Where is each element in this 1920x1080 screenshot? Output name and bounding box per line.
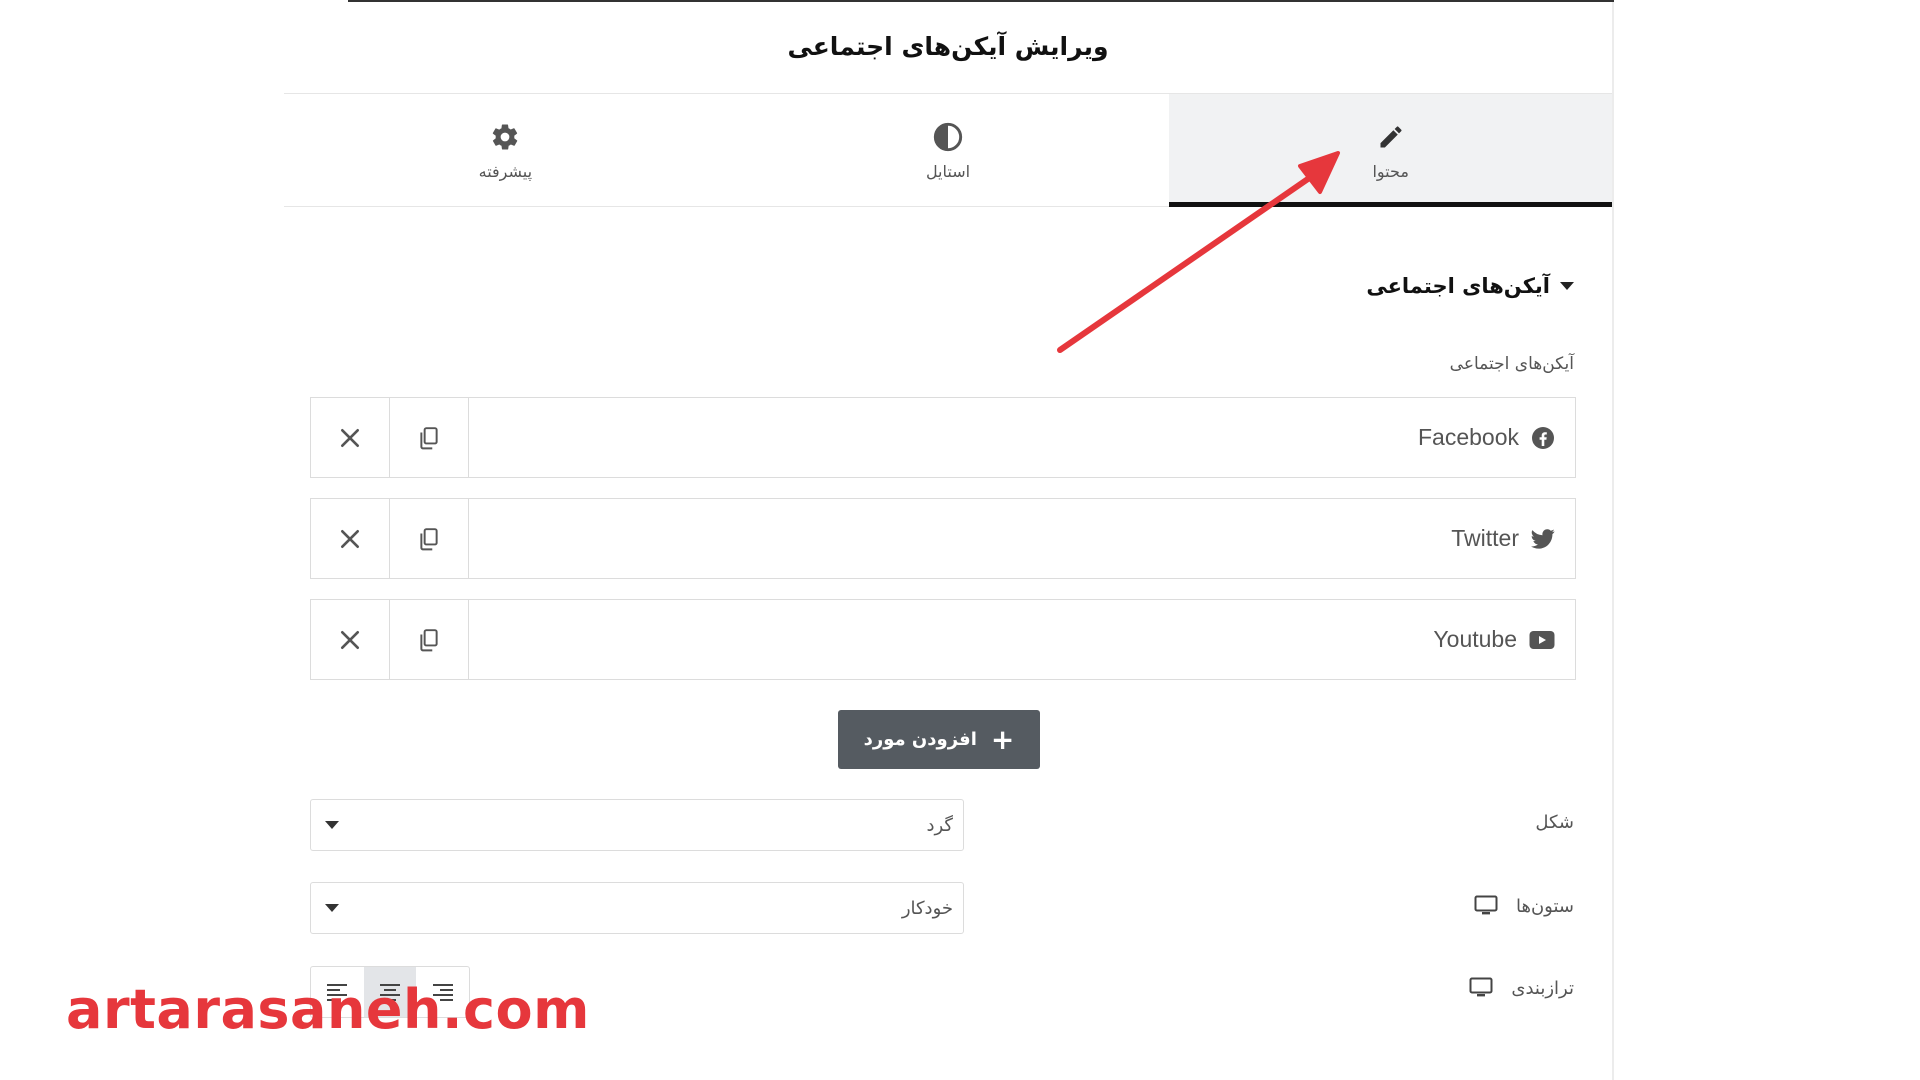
desktop-icon[interactable] bbox=[1469, 977, 1493, 999]
item-title-area[interactable]: Twitter bbox=[469, 499, 1575, 578]
youtube-icon bbox=[1529, 630, 1555, 649]
tab-advanced-label: پیشرفته bbox=[478, 161, 533, 181]
repeater-item-twitter: Twitter bbox=[310, 498, 1576, 579]
copy-icon bbox=[420, 426, 438, 449]
columns-label: ستون‌ها bbox=[1474, 886, 1574, 926]
duplicate-item-button[interactable] bbox=[390, 398, 469, 477]
section-title: آیکن‌های اجتماعی bbox=[1366, 274, 1550, 298]
tab-style[interactable]: استایل bbox=[727, 94, 1170, 206]
alignment-label: ترازبندی bbox=[1469, 968, 1574, 1008]
facebook-icon bbox=[1532, 426, 1554, 449]
caret-down-icon bbox=[1560, 282, 1574, 290]
desktop-icon[interactable] bbox=[1474, 895, 1498, 917]
item-title: Twitter bbox=[1451, 525, 1519, 551]
panel-title: ویرایش آیکن‌های اجتماعی bbox=[787, 32, 1109, 61]
gear-icon bbox=[490, 120, 520, 154]
watermark: artarasaneh.com bbox=[66, 978, 590, 1041]
tab-content[interactable]: محتوا bbox=[1169, 94, 1613, 207]
item-title: Facebook bbox=[1417, 424, 1519, 450]
section-toggle[interactable]: آیکن‌های اجتماعی bbox=[1366, 268, 1574, 304]
shape-select[interactable]: گرد bbox=[310, 799, 964, 851]
top-border bbox=[348, 0, 1614, 2]
shape-select-value: گرد bbox=[926, 814, 953, 836]
close-icon bbox=[340, 630, 360, 649]
repeater-item-youtube: Youtube bbox=[310, 599, 1576, 680]
item-title-area[interactable]: Facebook bbox=[469, 398, 1575, 477]
close-icon bbox=[340, 428, 360, 447]
duplicate-item-button[interactable] bbox=[390, 600, 469, 679]
columns-select-value: خودکار bbox=[901, 897, 953, 919]
copy-icon bbox=[420, 628, 438, 651]
item-title: Youtube bbox=[1433, 626, 1517, 652]
copy-icon bbox=[420, 527, 438, 550]
add-item-label: افزودن مورد bbox=[863, 729, 977, 750]
tab-style-label: استایل bbox=[925, 161, 971, 181]
tab-advanced[interactable]: پیشرفته bbox=[284, 94, 727, 206]
alignment-label-text: ترازبندی bbox=[1511, 977, 1574, 999]
panel-border bbox=[1612, 0, 1614, 1080]
remove-item-button[interactable] bbox=[311, 398, 390, 477]
close-icon bbox=[340, 529, 360, 548]
half-circle-icon bbox=[932, 120, 964, 154]
item-title-area[interactable]: Youtube bbox=[469, 600, 1575, 679]
duplicate-item-button[interactable] bbox=[390, 499, 469, 578]
repeater-label: آیکن‌های اجتماعی bbox=[1449, 354, 1574, 374]
remove-item-button[interactable] bbox=[311, 600, 390, 679]
chevron-down-icon bbox=[325, 821, 339, 829]
columns-label-text: ستون‌ها bbox=[1515, 895, 1574, 917]
repeater-item-facebook: Facebook bbox=[310, 397, 1576, 478]
remove-item-button[interactable] bbox=[311, 499, 390, 578]
pencil-icon bbox=[1377, 120, 1405, 154]
chevron-down-icon bbox=[325, 904, 339, 912]
twitter-icon bbox=[1531, 528, 1555, 549]
page: ویرایش آیکن‌های اجتماعی پیشرفته استایل bbox=[0, 0, 1920, 1080]
columns-select[interactable]: خودکار bbox=[310, 882, 964, 934]
shape-label: شکل bbox=[1535, 802, 1574, 842]
plus-icon: + bbox=[990, 722, 1015, 756]
tab-bar: پیشرفته استایل محتوا bbox=[284, 94, 1613, 207]
tab-content-label: محتوا bbox=[1372, 161, 1409, 181]
shape-label-text: شکل bbox=[1535, 811, 1574, 833]
add-item-button[interactable]: + افزودن مورد bbox=[838, 710, 1040, 769]
